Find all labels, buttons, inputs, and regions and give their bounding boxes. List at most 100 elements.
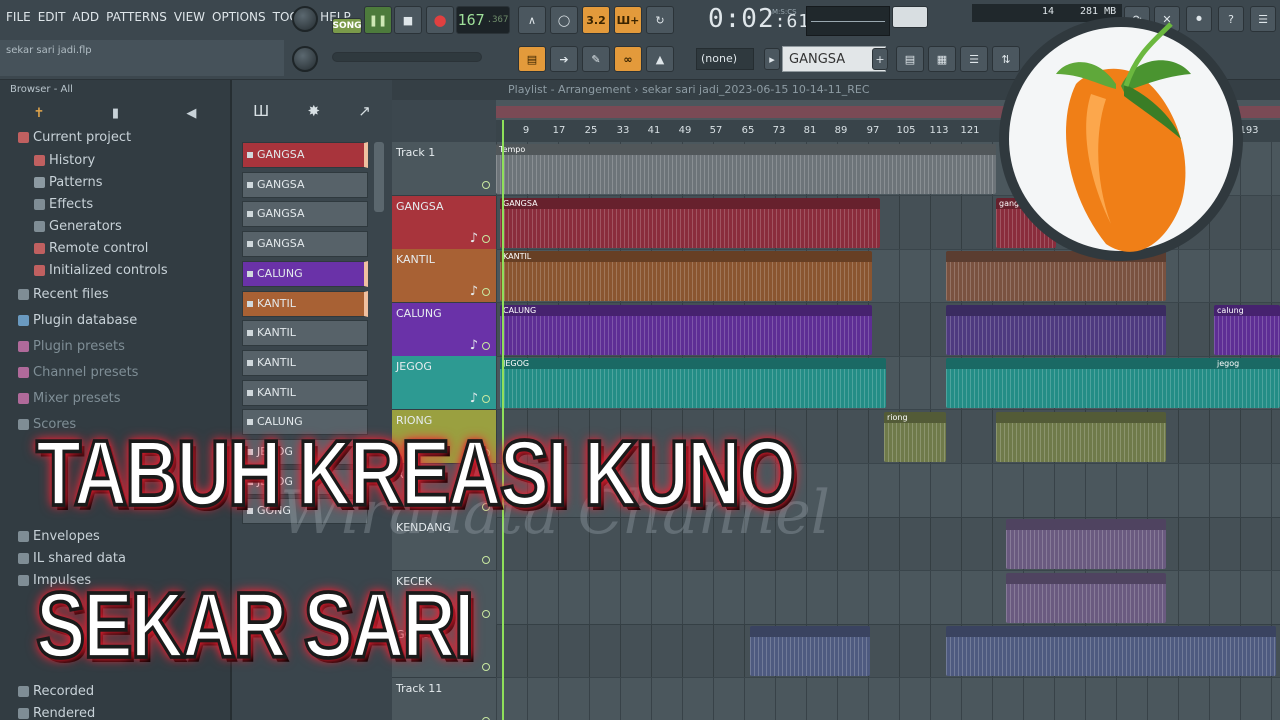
ruler-tick-label: 17 xyxy=(552,125,566,136)
folder-icon xyxy=(18,289,29,300)
channel-button[interactable]: GANGSA xyxy=(242,201,368,228)
browser-item-effects[interactable]: Effects xyxy=(34,197,93,212)
track-mute-indicator[interactable] xyxy=(482,181,490,189)
browser-item-patterns[interactable]: Patterns xyxy=(34,175,103,190)
pattern-clip[interactable] xyxy=(1006,519,1166,570)
browser-file-icon[interactable]: ▮ xyxy=(112,106,119,121)
pattern-clip[interactable]: KANTIL xyxy=(500,251,872,302)
browser-item-rendered[interactable]: Rendered xyxy=(18,706,95,720)
track-mute-indicator[interactable] xyxy=(482,234,490,243)
browser-item-recorded[interactable]: Recorded xyxy=(18,684,94,699)
channel-scrollbar[interactable] xyxy=(374,142,384,212)
pattern-next-button[interactable]: ▸ xyxy=(764,48,780,70)
track-lane[interactable] xyxy=(496,678,1280,720)
loop-record-icon[interactable]: ↻ xyxy=(646,6,674,34)
track-header[interactable]: KANTIL ♪ xyxy=(392,249,496,304)
browser-item-mixer-presets[interactable]: Mixer presets xyxy=(18,391,121,406)
more-icon[interactable]: ☰ xyxy=(1250,6,1276,32)
channel-link-icon[interactable]: ↗ xyxy=(358,102,371,120)
track-mute-indicator[interactable] xyxy=(482,663,490,672)
track-mute-indicator[interactable] xyxy=(482,609,490,618)
channel-button[interactable]: GANGSA xyxy=(242,171,368,198)
browser-item-plugin-database[interactable]: Plugin database xyxy=(18,313,137,328)
track-header[interactable]: GANGSA ♪ xyxy=(392,195,496,250)
channel-rack-icon[interactable]: ▦ xyxy=(928,46,956,72)
browser-item-plugin-presets[interactable]: Plugin presets xyxy=(18,339,125,354)
channel-button[interactable]: KANTIL xyxy=(242,379,368,406)
browser-item-envelopes[interactable]: Envelopes xyxy=(18,529,100,544)
clip-label: JEGOG xyxy=(500,358,886,370)
menu-file[interactable]: FILE xyxy=(6,10,31,24)
menu-edit[interactable]: EDIT xyxy=(38,10,66,24)
browser-item-generators[interactable]: Generators xyxy=(34,219,122,234)
pattern-clip[interactable]: calung xyxy=(1214,304,1280,355)
track-mute-indicator[interactable] xyxy=(482,395,490,404)
main-volume-knob[interactable] xyxy=(292,6,318,32)
stop-button[interactable]: ■ xyxy=(394,6,422,34)
browser-item-remote-control[interactable]: Remote control xyxy=(34,241,148,256)
channel-button[interactable]: CALUNG xyxy=(242,260,368,287)
menu-options[interactable]: OPTIONS xyxy=(212,10,266,24)
menu-add[interactable]: ADD xyxy=(72,10,99,24)
arrow-icon[interactable]: ➔ xyxy=(550,46,578,72)
channel-piano-icon[interactable]: Ш xyxy=(253,102,269,120)
piano-roll-icon[interactable]: ▤ xyxy=(518,46,546,72)
pitch-slider[interactable] xyxy=(332,52,482,62)
menu-view[interactable]: VIEW xyxy=(174,10,205,24)
channel-selector[interactable]: GANGSA xyxy=(782,46,886,72)
stamp-icon[interactable]: ▲ xyxy=(646,46,674,72)
typing-keyboard-icon[interactable]: Ш+ xyxy=(614,6,642,34)
browser-speaker-icon[interactable]: ◀ xyxy=(186,106,196,121)
channel-button[interactable]: KANTIL xyxy=(242,349,368,376)
browser-item-il-shared-data[interactable]: IL shared data xyxy=(18,551,126,566)
track-header[interactable]: CALUNG ♪ xyxy=(392,302,496,357)
browser-item-recent-files[interactable]: Recent files xyxy=(18,287,109,302)
link-icon[interactable]: ∞ xyxy=(614,46,642,72)
track-header[interactable]: JEGOG ♪ xyxy=(392,356,496,411)
song-mode-button[interactable]: SONG xyxy=(332,18,362,34)
browser-snap-icon[interactable]: ✝ xyxy=(34,106,45,121)
browser-item-label: Generators xyxy=(49,219,122,234)
pattern-clip[interactable] xyxy=(1006,572,1166,623)
track-mute-indicator[interactable] xyxy=(482,341,490,350)
main-pitch-knob[interactable] xyxy=(292,46,318,72)
pattern-clip[interactable] xyxy=(946,358,1226,409)
channel-button[interactable]: GANGSA xyxy=(242,231,368,258)
record-button[interactable]: ● xyxy=(426,6,454,34)
browser-item-channel-presets[interactable]: Channel presets xyxy=(18,365,138,380)
clip-label: jegog xyxy=(1214,358,1280,370)
tempo-display[interactable]: 167.367 xyxy=(456,6,510,34)
pattern-clip[interactable]: CALUNG xyxy=(500,304,872,355)
play-button[interactable]: ❚❚ xyxy=(364,6,392,34)
pattern-clip[interactable]: Tempo xyxy=(496,144,996,194)
pattern-clip[interactable] xyxy=(750,626,870,677)
wait-input-icon[interactable]: ◯ xyxy=(550,6,578,34)
browser-item-current-project[interactable]: Current project xyxy=(18,130,131,145)
channel-button[interactable]: GANGSA xyxy=(242,142,368,168)
track-mute-indicator[interactable] xyxy=(482,556,490,565)
pattern-clip[interactable] xyxy=(946,304,1166,355)
track-mute-indicator[interactable] xyxy=(482,288,490,297)
track-header[interactable]: Track 1 xyxy=(392,142,496,196)
track-header[interactable]: Track 11 xyxy=(392,678,496,720)
mixer-icon[interactable]: ☰ xyxy=(960,46,988,72)
add-pattern-button[interactable]: + xyxy=(872,48,888,70)
pattern-clip[interactable]: jegog xyxy=(1214,358,1280,409)
channel-graph-icon[interactable]: ✸ xyxy=(307,102,320,120)
metronome-icon[interactable]: ∧ xyxy=(518,6,546,34)
pattern-clip[interactable]: JEGOG xyxy=(500,358,886,409)
menu-patterns[interactable]: PATTERNS xyxy=(106,10,167,24)
pattern-clip[interactable] xyxy=(946,626,1276,677)
snap-button[interactable]: 3.2 xyxy=(582,6,610,34)
pattern-selector[interactable]: (none) xyxy=(696,48,754,70)
playlist-view-icon[interactable]: ▤ xyxy=(896,46,924,72)
channel-button[interactable]: KANTIL xyxy=(242,290,368,317)
plug-icon xyxy=(34,221,45,232)
channel-button[interactable]: KANTIL xyxy=(242,320,368,347)
browser-item-history[interactable]: History xyxy=(34,153,95,168)
pattern-clip[interactable] xyxy=(996,412,1166,462)
pencil-icon[interactable]: ✎ xyxy=(582,46,610,72)
pattern-clip[interactable]: riong xyxy=(884,412,946,462)
pattern-clip[interactable]: GANGSA xyxy=(500,197,880,248)
browser-item-initialized-controls[interactable]: Initialized controls xyxy=(34,263,168,278)
